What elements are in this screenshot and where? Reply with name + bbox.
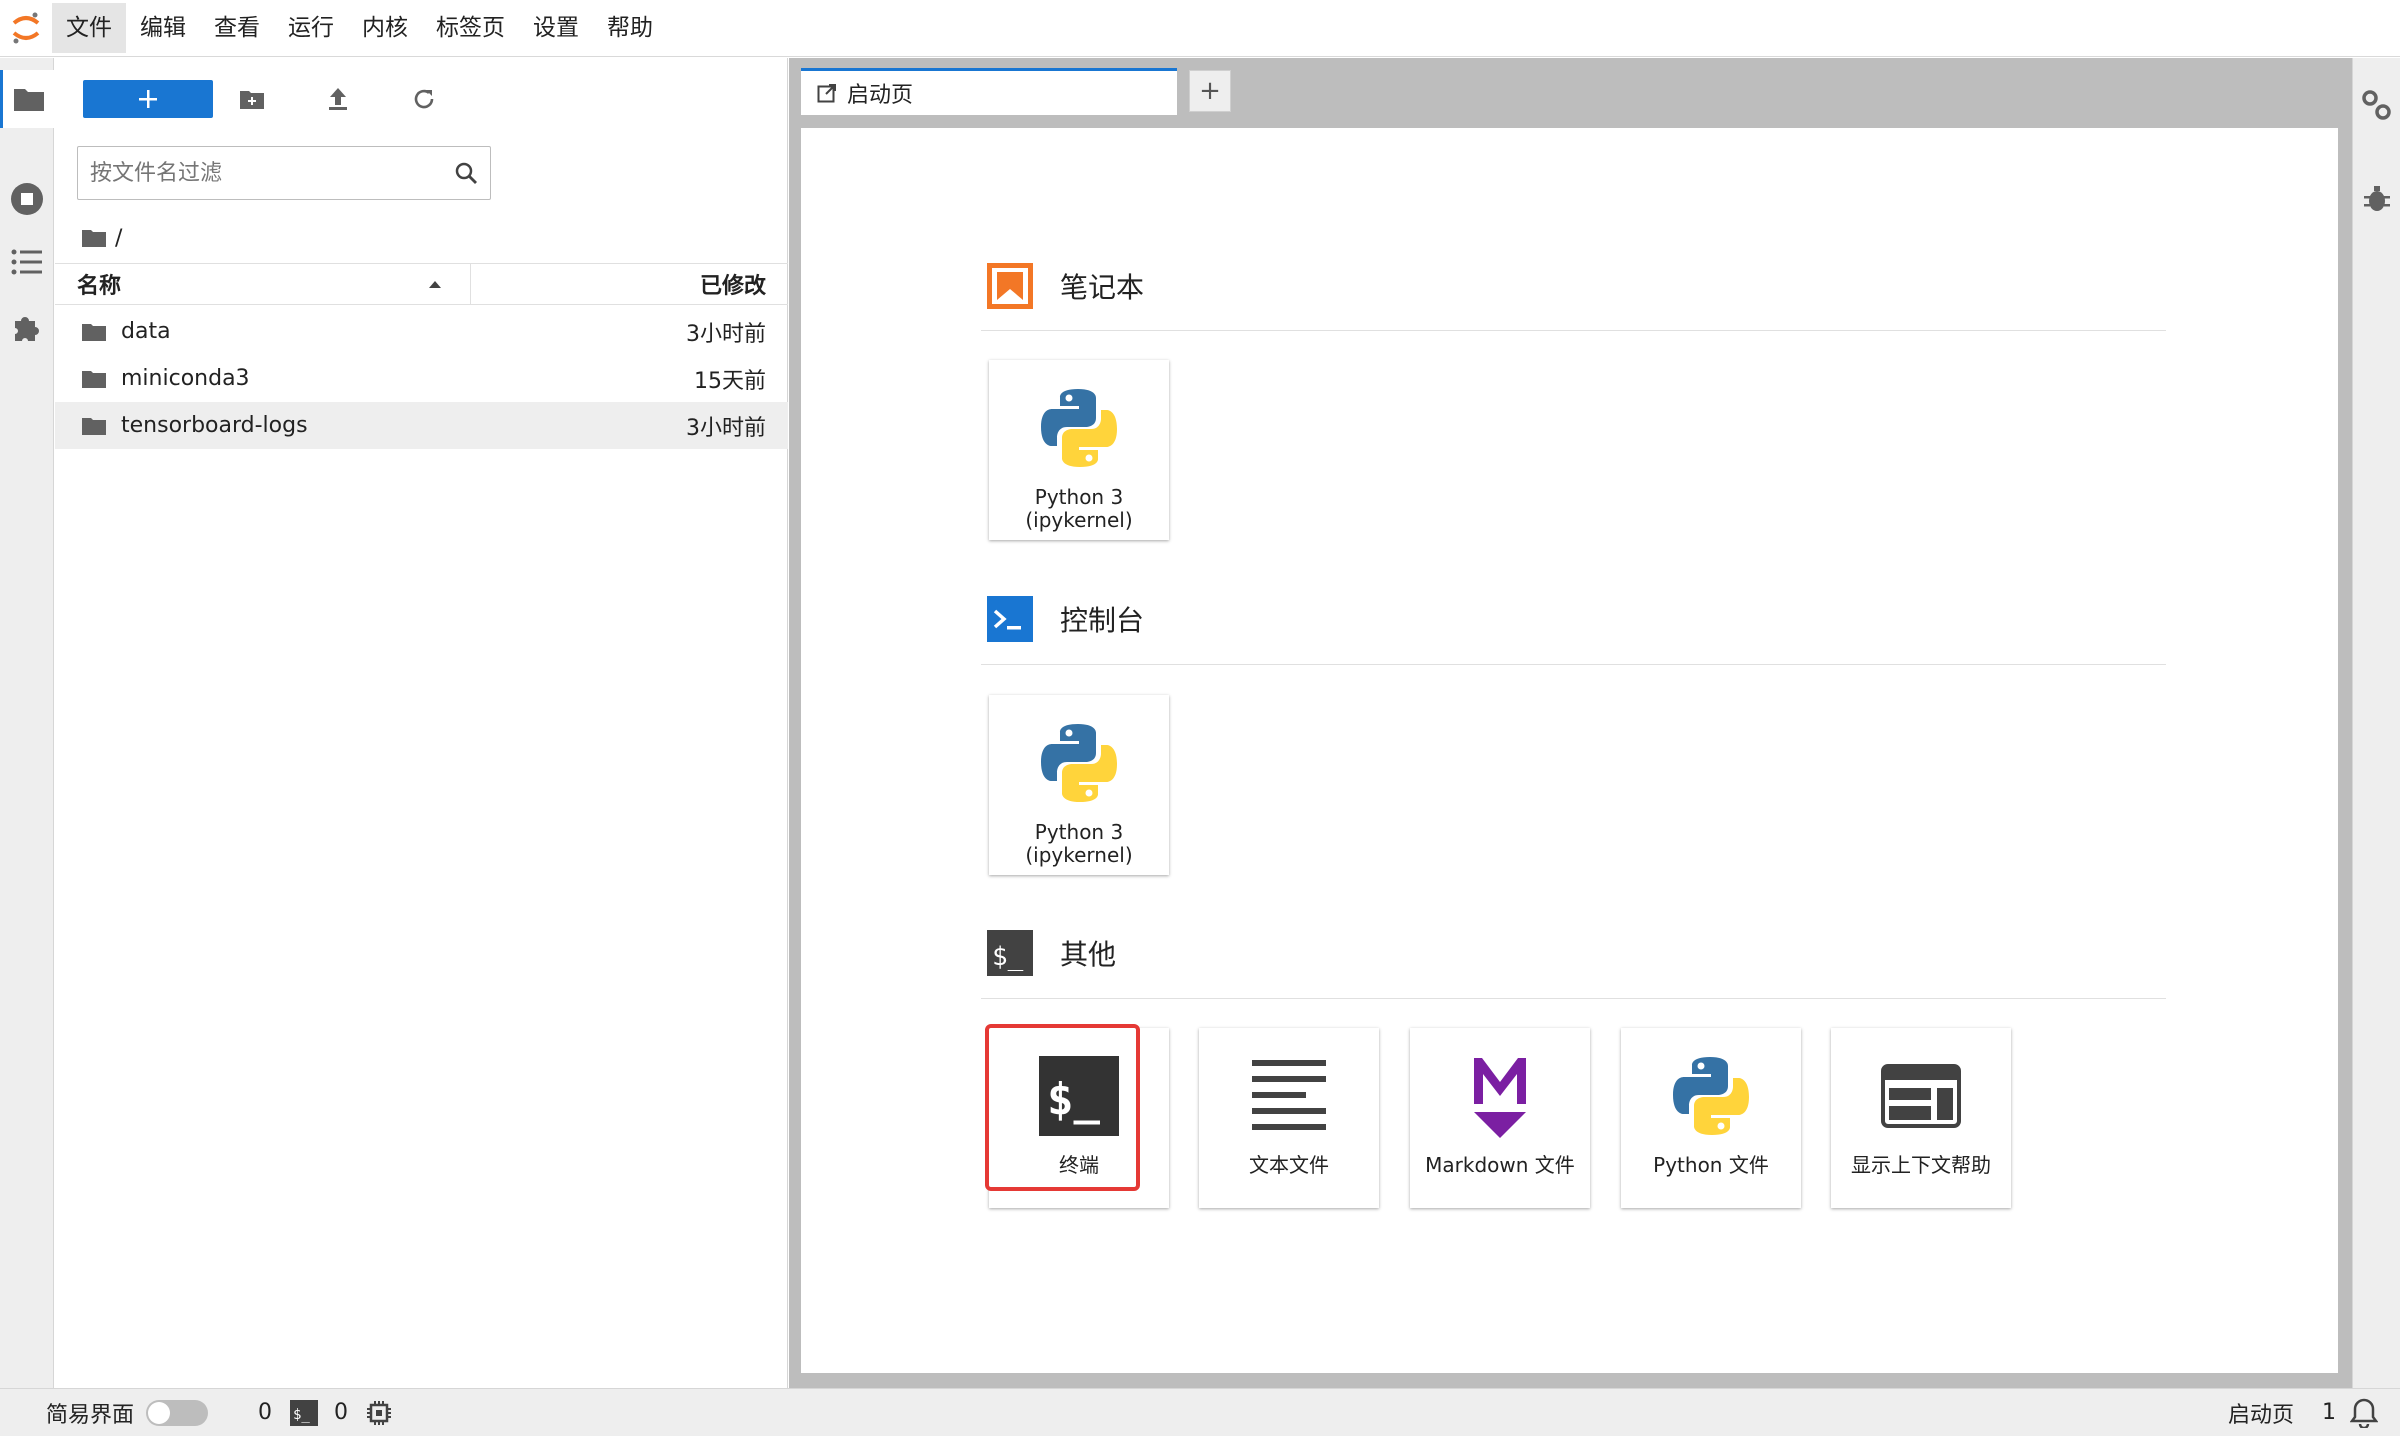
launcher-panel: 笔记本 Python 3 (ipykernel) 控制台 Python 3 (i… — [801, 128, 2338, 1373]
file-modified: 3小时前 — [686, 415, 766, 441]
notebook-python3-card[interactable]: Python 3 (ipykernel) — [989, 360, 1169, 540]
current-activity-label: 启动页 — [2227, 1402, 2294, 1428]
notification-bell-icon[interactable] — [2350, 1398, 2378, 1428]
markdown-file-card-label: Markdown 文件 — [1425, 1153, 1575, 1177]
filter-box — [77, 146, 491, 200]
python-file-card[interactable]: Python 文件 — [1621, 1028, 1801, 1208]
table-of-contents-icon[interactable] — [0, 233, 54, 291]
column-modified-header[interactable]: 已修改 — [471, 268, 788, 300]
python-logo-icon — [1041, 724, 1117, 802]
console-python3-card[interactable]: Python 3 (ipykernel) — [989, 695, 1169, 875]
status-bar: 简易界面 0 $_ 0 启动页 1 — [0, 1388, 2400, 1436]
tab-launcher[interactable]: 启动页 — [801, 68, 1177, 115]
property-inspector-gears-icon[interactable] — [2353, 80, 2400, 130]
contextual-help-icon — [1881, 1064, 1961, 1128]
svg-text:$_: $_ — [992, 942, 1024, 972]
notebook-section-divider — [981, 330, 2166, 331]
other-terminal-icon: $_ — [987, 930, 1033, 976]
column-name-header[interactable]: 名称 — [55, 263, 471, 305]
menubar: 文件 编辑 查看 运行 内核 标签页 设置 帮助 — [0, 0, 2400, 57]
console-section-divider — [981, 664, 2166, 665]
file-list: data 3小时前 miniconda3 15天前 tensorboard-lo… — [55, 308, 788, 449]
breadcrumb: / — [81, 218, 122, 258]
main-dock-area: 启动页 + 笔记本 Python 3 (ipykernel) 控制台 Pytho… — [789, 58, 2352, 1388]
home-folder-icon[interactable] — [81, 228, 107, 248]
console-section-header: 控制台 — [986, 595, 1144, 643]
add-tab-button[interactable]: + — [1189, 70, 1231, 112]
simple-mode-label: 简易界面 — [46, 1402, 135, 1428]
running-sessions-icon[interactable] — [0, 170, 54, 228]
menu-edit[interactable]: 编辑 — [126, 3, 200, 53]
new-folder-icon[interactable] — [233, 80, 271, 118]
tab-launcher-label: 启动页 — [847, 83, 914, 108]
search-icon — [455, 162, 477, 184]
notebook-section-header: 笔记本 — [986, 262, 1144, 310]
breadcrumb-root[interactable]: / — [115, 226, 122, 251]
python-file-card-label: Python 文件 — [1653, 1153, 1769, 1177]
file-row-miniconda3[interactable]: miniconda3 15天前 — [55, 355, 788, 402]
folder-icon — [82, 323, 106, 341]
console-prompt-icon — [987, 596, 1033, 642]
notification-count[interactable]: 1 — [2322, 1400, 2336, 1425]
file-row-data[interactable]: data 3小时前 — [55, 308, 788, 355]
menu-view[interactable]: 查看 — [200, 3, 274, 53]
svg-text:$_: $_ — [293, 1407, 310, 1423]
sort-ascending-icon — [429, 281, 441, 288]
right-activity-bar — [2352, 58, 2400, 1388]
upload-icon[interactable] — [319, 80, 357, 118]
folder-icon — [82, 370, 106, 388]
notebook-section-title: 笔记本 — [1060, 271, 1145, 304]
launcher-tab-icon — [817, 84, 836, 103]
debugger-bug-icon[interactable] — [2353, 174, 2400, 224]
notebook-card-label: Python 3 (ipykernel) — [1025, 485, 1133, 532]
new-launcher-button[interactable] — [83, 80, 213, 118]
other-section-divider — [981, 998, 2166, 999]
contextual-help-card[interactable]: 显示上下文帮助 — [1831, 1028, 2011, 1208]
console-section-title: 控制台 — [1060, 604, 1145, 637]
folder-icon — [82, 417, 106, 435]
console-card-label: Python 3 (ipykernel) — [1025, 820, 1133, 867]
markdown-file-card[interactable]: Markdown 文件 — [1410, 1028, 1590, 1208]
simple-mode-toggle[interactable] — [146, 1399, 209, 1426]
notebook-bookmark-icon — [987, 263, 1033, 309]
kernels-count[interactable]: 0 — [258, 1400, 272, 1425]
left-activity-bar — [0, 58, 54, 1388]
text-file-icon — [1252, 1060, 1326, 1130]
menu-settings[interactable]: 设置 — [519, 3, 593, 53]
text-file-card-label: 文本文件 — [1249, 1153, 1329, 1177]
file-filter-input[interactable] — [90, 160, 454, 186]
text-file-card[interactable]: 文本文件 — [1199, 1028, 1379, 1208]
toggle-knob — [148, 1401, 171, 1424]
menu-help[interactable]: 帮助 — [593, 3, 667, 53]
file-modified: 3小时前 — [686, 321, 766, 347]
file-name: data — [121, 319, 171, 344]
terminals-count[interactable]: 0 — [334, 1400, 348, 1425]
python-logo-icon — [1041, 389, 1117, 467]
file-row-tensorboard-logs[interactable]: tensorboard-logs 3小时前 — [55, 402, 788, 449]
refresh-icon[interactable] — [405, 80, 443, 118]
file-browser-panel: / 名称 已修改 data 3小时前 miniconda3 15天前 tenso… — [55, 58, 788, 1388]
menu-file[interactable]: 文件 — [52, 3, 126, 53]
file-modified: 15天前 — [694, 368, 766, 394]
file-name: miniconda3 — [121, 366, 250, 391]
menu-tabs[interactable]: 标签页 — [422, 3, 519, 53]
cpu-chip-icon — [367, 1400, 392, 1425]
extension-manager-puzzle-icon[interactable] — [0, 298, 54, 356]
file-browser-folder-icon[interactable] — [0, 70, 54, 128]
plus-icon — [139, 90, 157, 108]
python-logo-icon — [1673, 1057, 1749, 1135]
menu-kernel[interactable]: 内核 — [348, 3, 422, 53]
file-name: tensorboard-logs — [121, 413, 308, 438]
terminal-card-highlight — [985, 1024, 1140, 1191]
contextual-help-card-label: 显示上下文帮助 — [1851, 1153, 1991, 1177]
markdown-icon — [1474, 1058, 1526, 1138]
column-name-label: 名称 — [77, 274, 122, 299]
menu-run[interactable]: 运行 — [274, 3, 348, 53]
jupyter-logo-icon[interactable] — [0, 0, 52, 57]
other-section-title: 其他 — [1060, 938, 1117, 971]
terminal-status-icon: $_ — [290, 1399, 319, 1426]
file-list-header: 名称 已修改 — [55, 263, 788, 305]
file-browser-toolbar — [55, 58, 787, 138]
other-section-header: $_ 其他 — [986, 929, 1116, 977]
